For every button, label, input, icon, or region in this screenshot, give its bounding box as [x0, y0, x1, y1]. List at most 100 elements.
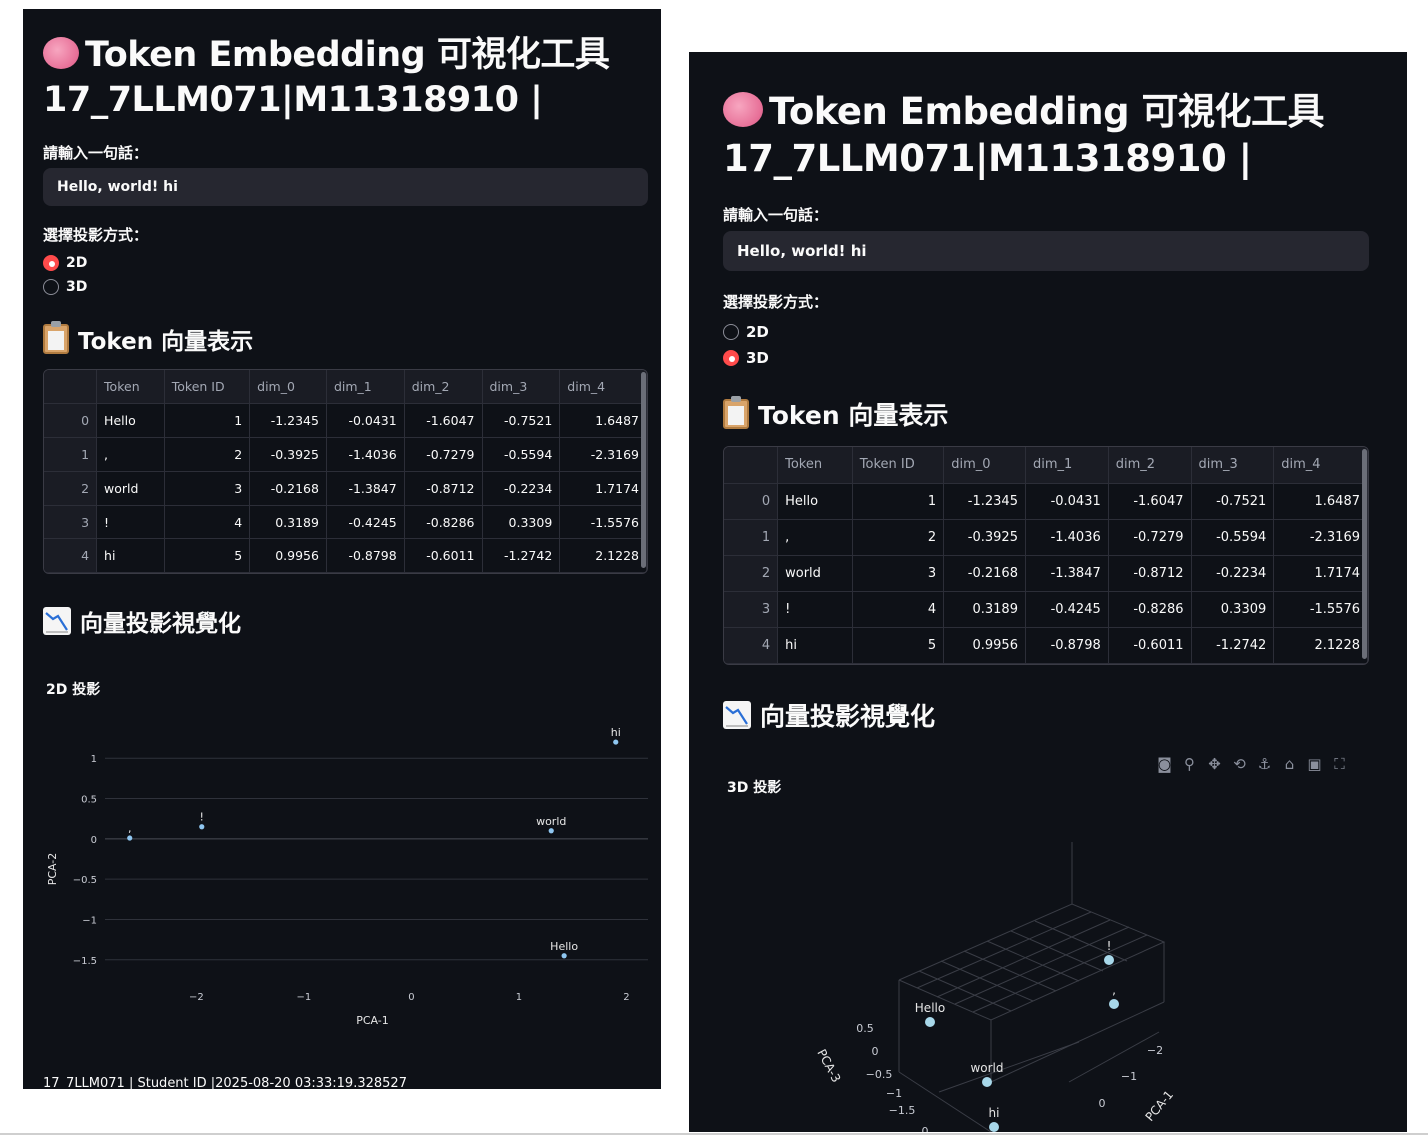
point-label: world — [970, 1061, 1003, 1075]
col-header-token[interactable]: Token — [96, 370, 165, 405]
cell: 1 — [164, 403, 251, 439]
tick-label-3d: 0 — [922, 1125, 929, 1132]
video-camera-icon[interactable]: ▣ — [1305, 755, 1324, 773]
home-icon[interactable]: ⌂ — [1280, 755, 1299, 773]
pan-icon[interactable]: ✥ — [1205, 755, 1224, 773]
tick-label-3d: −1 — [1121, 1070, 1137, 1083]
sentence-input[interactable]: Hello, world! hi — [43, 168, 648, 206]
col-header-token-id[interactable]: Token ID — [164, 370, 251, 405]
cell: -0.8286 — [1108, 591, 1192, 628]
radio-dot-3d[interactable] — [723, 350, 739, 366]
table-section-title: Token 向量表示 — [758, 401, 949, 430]
cell: -0.8286 — [404, 505, 483, 540]
x-axis-label: PCA-1 — [356, 1014, 389, 1027]
radio-label-2d: 2D — [746, 323, 769, 341]
fullscreen-icon[interactable]: ⛶ — [1330, 755, 1349, 773]
cell: 5 — [164, 538, 251, 574]
table-section-heading: Token 向量表示 — [723, 396, 948, 432]
viz-section-heading: 向量投影視覺化 — [43, 604, 241, 638]
scatter-3d-chart[interactable]: !, Hello world hi PCA-1 PCA-3 0.5 0 −0.5 −1 −1.5 0 0… — [689, 842, 1407, 1132]
x-tick-label: 1 — [516, 992, 522, 1003]
cell: 2 — [44, 471, 98, 506]
col-header-token[interactable]: Token — [777, 447, 853, 484]
radio-dot-2d[interactable] — [43, 255, 59, 271]
point-label: ! — [200, 811, 204, 824]
radio-3d[interactable]: 3D — [43, 279, 87, 295]
cell: 3 — [852, 555, 945, 592]
cell: world — [96, 471, 165, 506]
cell: 5 — [852, 627, 945, 664]
point-label: , — [128, 822, 131, 835]
cell: ! — [777, 591, 853, 628]
data-point-hi — [613, 739, 619, 745]
col-header-dim2[interactable]: dim_2 — [1108, 447, 1192, 484]
table-row: 4 hi 5 0.9956 -0.8798 -0.6011 -1.2742 2.1228 — [44, 538, 647, 574]
point-label: Hello — [550, 940, 578, 953]
col-header-index — [724, 447, 779, 484]
cell: -0.7279 — [1108, 519, 1192, 556]
camera-icon[interactable]: ◙ — [1155, 755, 1174, 773]
cell: 1 — [44, 437, 98, 472]
cell: 2.1228 — [559, 538, 647, 574]
token-table[interactable]: Token Token ID dim_0 dim_1 dim_2 dim_3 d… — [723, 446, 1369, 665]
radio-2d[interactable]: 2D — [43, 255, 87, 271]
col-header-dim4[interactable]: dim_4 — [559, 370, 647, 405]
chart-down-icon — [43, 607, 71, 635]
token-table[interactable]: Token Token ID dim_0 dim_1 dim_2 dim_3 d… — [43, 369, 648, 575]
col-header-dim0[interactable]: dim_0 — [249, 370, 327, 405]
cell: -0.4245 — [326, 505, 405, 540]
cell: -2.3169 — [559, 437, 647, 472]
cell: Hello — [777, 483, 853, 520]
title-line1: Token Embedding 可視化工具 — [85, 35, 610, 75]
cell: 1 — [852, 483, 945, 520]
viz-section-heading: 向量投影視覺化 — [723, 697, 935, 733]
zoom-icon[interactable]: ⚲ — [1180, 755, 1199, 773]
cell: 2 — [164, 437, 251, 472]
cell: -0.6011 — [1108, 627, 1192, 664]
table-scrollbar[interactable] — [641, 372, 646, 568]
projection-label: 選擇投影方式： — [43, 226, 149, 244]
radio-dot-2d[interactable] — [723, 324, 739, 340]
cell: -1.5576 — [559, 505, 647, 540]
col-header-dim4[interactable]: dim_4 — [1273, 447, 1368, 484]
radio-dot-3d[interactable] — [43, 279, 59, 295]
cell: 1.6487 — [1273, 483, 1368, 520]
turntable-icon[interactable]: ⚓ — [1255, 755, 1274, 773]
radio-2d[interactable]: 2D — [723, 323, 769, 341]
cell: -0.2168 — [943, 555, 1026, 592]
cell: 3 — [164, 471, 251, 506]
table-row: 4 hi 5 0.9956 -0.8798 -0.6011 -1.2742 2.1228 — [724, 627, 1368, 664]
col-header-dim1[interactable]: dim_1 — [1025, 447, 1109, 484]
col-header-dim1[interactable]: dim_1 — [326, 370, 405, 405]
y-tick-label: 1 — [91, 754, 97, 765]
sentence-input[interactable]: Hello, world! hi — [723, 231, 1369, 271]
table-scrollbar[interactable] — [1362, 449, 1367, 659]
footer-text: 17_7LLM071 | Student ID |2025-08-20 03:3… — [43, 1076, 407, 1089]
cell: -1.3847 — [1025, 555, 1109, 592]
title-line2: 17_7LLM071|M11318910 | — [43, 79, 543, 120]
radio-3d[interactable]: 3D — [723, 349, 769, 367]
cell: 0.9956 — [249, 538, 327, 574]
cell: 0.3309 — [482, 505, 561, 540]
axis-label-pca3: PCA-3 — [814, 1047, 843, 1085]
cell: Hello — [96, 403, 165, 439]
col-header-token-id[interactable]: Token ID — [852, 447, 945, 484]
data-point- — [199, 824, 205, 830]
page-title: Token Embedding 可視化工具 17_7LLM071|M113189… — [723, 88, 1393, 183]
orbit-icon[interactable]: ⟲ — [1230, 755, 1249, 773]
3d-scene-grid — [898, 842, 1166, 1132]
table-row: 2 world 3 -0.2168 -1.3847 -0.8712 -0.2234 1.717… — [44, 471, 647, 506]
table-row: 0 Hello 1 -1.2345 -0.0431 -1.6047 -0.7521 1.648… — [44, 403, 647, 439]
col-header-dim2[interactable]: dim_2 — [404, 370, 483, 405]
plot-toolbar: ◙ ⚲ ✥ ⟲ ⚓ ⌂ ▣ ⛶ — [1155, 755, 1349, 773]
chart-title-2d: 2D 投影 — [46, 682, 101, 698]
col-header-dim3[interactable]: dim_3 — [482, 370, 561, 405]
cell: -0.3925 — [943, 519, 1026, 556]
page-title: Token Embedding 可視化工具 17_7LLM071|M113189… — [43, 33, 653, 123]
col-header-dim0[interactable]: dim_0 — [943, 447, 1026, 484]
projection-label: 選擇投影方式： — [723, 293, 829, 311]
scatter-2d-chart[interactable]: 1 0.5 0 −0.5 −1 −1.5 −2 −1 0 1 2 PCA-1 PCA-2 hi world!… — [23, 709, 661, 1039]
col-header-dim3[interactable]: dim_3 — [1191, 447, 1275, 484]
input-label: 請輸入一句話： — [43, 144, 149, 162]
clipboard-icon — [723, 396, 749, 429]
